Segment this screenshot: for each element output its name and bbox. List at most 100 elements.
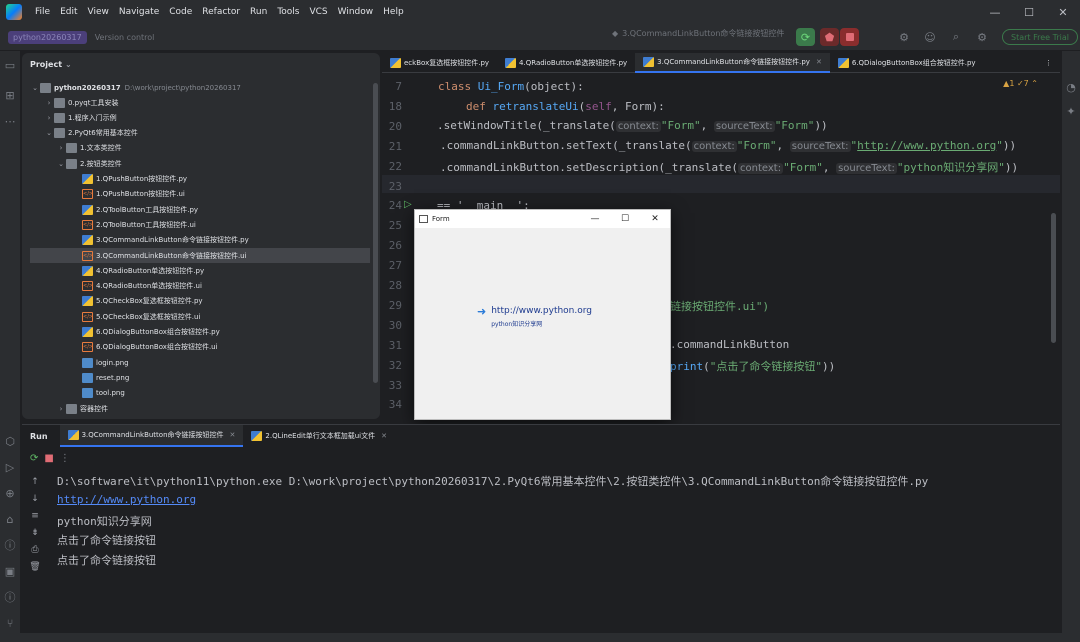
tree-item[interactable]: login.png <box>72 355 129 370</box>
project-badge[interactable]: python20260317 <box>8 30 87 44</box>
run-tool-icon[interactable]: ▷ <box>2 459 18 475</box>
close-tab-icon[interactable]: ✕ <box>381 432 387 440</box>
search-icon[interactable]: ⌕ <box>948 29 964 45</box>
form-maximize-button[interactable]: ☐ <box>610 210 640 228</box>
trash-icon[interactable]: 🗑 <box>28 562 42 579</box>
project-panel-header[interactable]: Project ⌄ <box>22 53 380 75</box>
git-icon[interactable]: ⓘ <box>2 589 18 605</box>
chevron-right-icon[interactable]: › <box>56 405 66 413</box>
more-tools-icon[interactable]: ⋯ <box>2 113 18 129</box>
editor-tab[interactable]: eckBox复选框按钮控件.py <box>382 53 497 73</box>
gear-icon[interactable]: ⚙ <box>974 29 990 45</box>
tree-item[interactable]: </> 5.QCheckBox复选框按钮控件.ui <box>72 309 200 324</box>
form-close-button[interactable]: ✕ <box>640 210 670 228</box>
menu-navigate[interactable]: Navigate <box>114 7 164 17</box>
tree-item[interactable]: </> 4.QRadioButton单选按钮控件.ui <box>72 279 202 294</box>
tree-item[interactable]: reset.png <box>72 370 129 385</box>
chevron-down-icon[interactable]: ⌄ <box>44 129 54 137</box>
project-widget[interactable]: python20260317 Version control <box>8 30 155 44</box>
tree-item[interactable]: 5.QCheckBox复选框按钮控件.py <box>72 294 203 309</box>
minimize-button[interactable]: — <box>978 0 1012 24</box>
stop-icon[interactable]: ■ <box>44 453 53 464</box>
tree-item[interactable]: </> 6.QDialogButtonBox组合按钮控件.ui <box>72 340 218 355</box>
more-options-icon[interactable]: ⋮ <box>60 453 70 464</box>
settings-icon[interactable]: ⚙ <box>896 29 912 45</box>
close-tab-icon[interactable]: ✕ <box>816 58 822 66</box>
close-button[interactable]: ✕ <box>1046 0 1080 24</box>
menu-view[interactable]: View <box>83 7 114 17</box>
menu-refactor[interactable]: Refactor <box>197 7 245 17</box>
menu-tools[interactable]: Tools <box>272 7 304 17</box>
command-link-button[interactable]: ➜ http://www.python.org python知识分享网 <box>477 306 592 328</box>
form-window[interactable]: Form — ☐ ✕ ➜ http://www.python.org pytho… <box>414 209 671 420</box>
project-scrollbar[interactable] <box>373 83 378 383</box>
stop-button[interactable] <box>840 28 859 46</box>
run-config-selector[interactable]: ◆ 3.QCommandLinkButton命令链接按钮控件 <box>612 28 784 39</box>
menu-file[interactable]: File <box>30 7 55 17</box>
menu-window[interactable]: Window <box>333 7 379 17</box>
scroll-down-icon[interactable]: ↓ <box>28 494 42 511</box>
tree-item[interactable]: 4.QRadioButton单选按钮控件.py <box>72 263 204 278</box>
python-console-icon[interactable]: ⌂ <box>2 511 18 527</box>
terminal-icon[interactable]: ▣ <box>2 563 18 579</box>
start-free-trial-button[interactable]: Start Free Trial <box>1002 29 1078 45</box>
scroll-up-icon[interactable]: ↑ <box>28 477 42 494</box>
tree-item[interactable]: › 0.pyqt工具安装 <box>44 95 118 110</box>
tree-item[interactable]: tool.png <box>72 386 125 401</box>
run-tab[interactable]: 2.QLineEdit单行文本框加载ui文件 ✕ <box>243 425 395 447</box>
tree-item[interactable]: ⌄ 2.PyQt6常用基本控件 <box>44 126 138 141</box>
tree-item[interactable]: › 1.文本类控件 <box>56 141 122 156</box>
editor-tab[interactable]: 6.QDialogButtonBox组合按钮控件.py <box>830 53 984 73</box>
structure-tool-icon[interactable]: ⊞ <box>2 87 18 103</box>
maximize-button[interactable]: ☐ <box>1012 0 1046 24</box>
menu-code[interactable]: Code <box>164 7 197 17</box>
tabs-overflow-icon[interactable]: ⋮ <box>1037 53 1060 73</box>
tree-item[interactable]: ⌄ 2.按钮类控件 <box>56 156 122 171</box>
python-packages-icon[interactable]: ⬡ <box>2 433 18 449</box>
print-icon[interactable]: ⎙ <box>28 545 42 562</box>
tree-item[interactable]: 1.QPushButton按钮控件.py <box>72 172 187 187</box>
soft-wrap-icon[interactable]: ≡ <box>28 511 42 528</box>
editor-scrollbar[interactable] <box>1051 213 1056 343</box>
rerun-button[interactable]: ⟳ <box>796 28 815 46</box>
profile-icon[interactable]: ☺ <box>922 29 938 45</box>
services-icon[interactable]: ⊕ <box>2 485 18 501</box>
chevron-right-icon[interactable]: › <box>44 114 54 122</box>
tree-item[interactable]: 6.QDialogButtonBox组合按钮控件.py <box>72 325 220 340</box>
tree-root[interactable]: ⌄ python20260317 D:\work\project\python2… <box>30 80 241 95</box>
problems-icon[interactable]: ⓘ <box>2 537 18 553</box>
tree-item[interactable]: 3.QCommandLinkButton命令链接按钮控件.py <box>72 233 249 248</box>
debug-button[interactable]: ⬟ <box>820 28 839 46</box>
tree-item[interactable]: › 容器控件 <box>56 401 108 416</box>
menu-edit[interactable]: Edit <box>55 7 82 17</box>
menu-help[interactable]: Help <box>378 7 409 17</box>
form-minimize-button[interactable]: — <box>580 210 610 228</box>
notifications-icon[interactable]: ◔ <box>1063 79 1079 95</box>
project-tool-icon[interactable]: ▭ <box>2 57 18 73</box>
scroll-to-end-icon[interactable]: ⇟ <box>28 528 42 545</box>
pycharm-logo-icon[interactable] <box>6 4 22 20</box>
tree-item[interactable]: › 1.程序入门示例 <box>44 110 117 125</box>
chevron-right-icon[interactable]: › <box>56 144 66 152</box>
tree-item[interactable]: </> 1.QPushButton按钮控件.ui <box>72 187 185 202</box>
editor-tab[interactable]: 4.QRadioButton单选按钮控件.py <box>497 53 635 73</box>
rerun-icon[interactable]: ⟳ <box>30 453 38 464</box>
tree-item[interactable]: </> 3.QCommandLinkButton命令链接按钮控件.ui <box>30 248 370 263</box>
menu-vcs[interactable]: VCS <box>304 7 332 17</box>
console-link[interactable]: http://www.python.org <box>57 493 928 513</box>
run-gutter-icon[interactable]: ▷ <box>404 199 412 210</box>
inspection-widget[interactable]: ▲1 ✓7 ⌃ <box>1003 79 1038 88</box>
menu-run[interactable]: Run <box>245 7 272 17</box>
form-titlebar[interactable]: Form — ☐ ✕ <box>415 210 670 228</box>
vcs-widget[interactable]: Version control <box>95 33 155 42</box>
vcs-icon[interactable]: ⑂ <box>2 615 18 631</box>
console-output[interactable]: D:\software\it\python11\python.exe D:\wo… <box>57 473 928 572</box>
close-tab-icon[interactable]: ✕ <box>230 431 236 439</box>
tree-item[interactable]: </> 2.QToolButton工具按钮控件.ui <box>72 217 196 232</box>
ai-assistant-icon[interactable]: ✦ <box>1063 103 1079 119</box>
chevron-right-icon[interactable]: › <box>44 99 54 107</box>
run-tab-active[interactable]: 3.QCommandLinkButton命令链接按钮控件 ✕ <box>59 425 244 447</box>
tree-item[interactable]: 2.QToolButton工具按钮控件.py <box>72 202 198 217</box>
editor-tab-active[interactable]: 3.QCommandLinkButton命令链接按钮控件.py ✕ <box>635 53 830 73</box>
chevron-down-icon[interactable]: ⌄ <box>56 160 66 168</box>
